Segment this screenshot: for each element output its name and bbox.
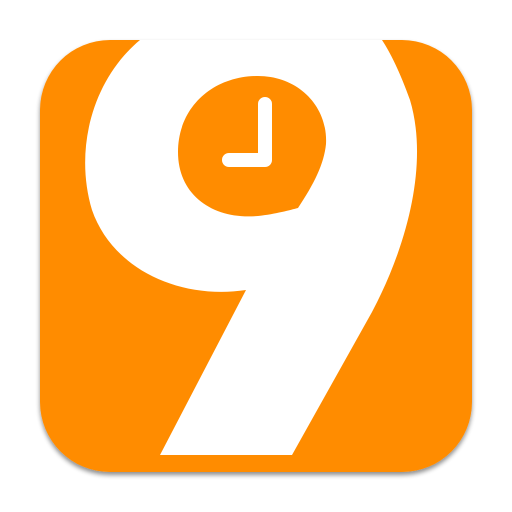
app-icon-canvas <box>0 0 512 512</box>
nine-clock-logo-icon <box>40 40 472 472</box>
